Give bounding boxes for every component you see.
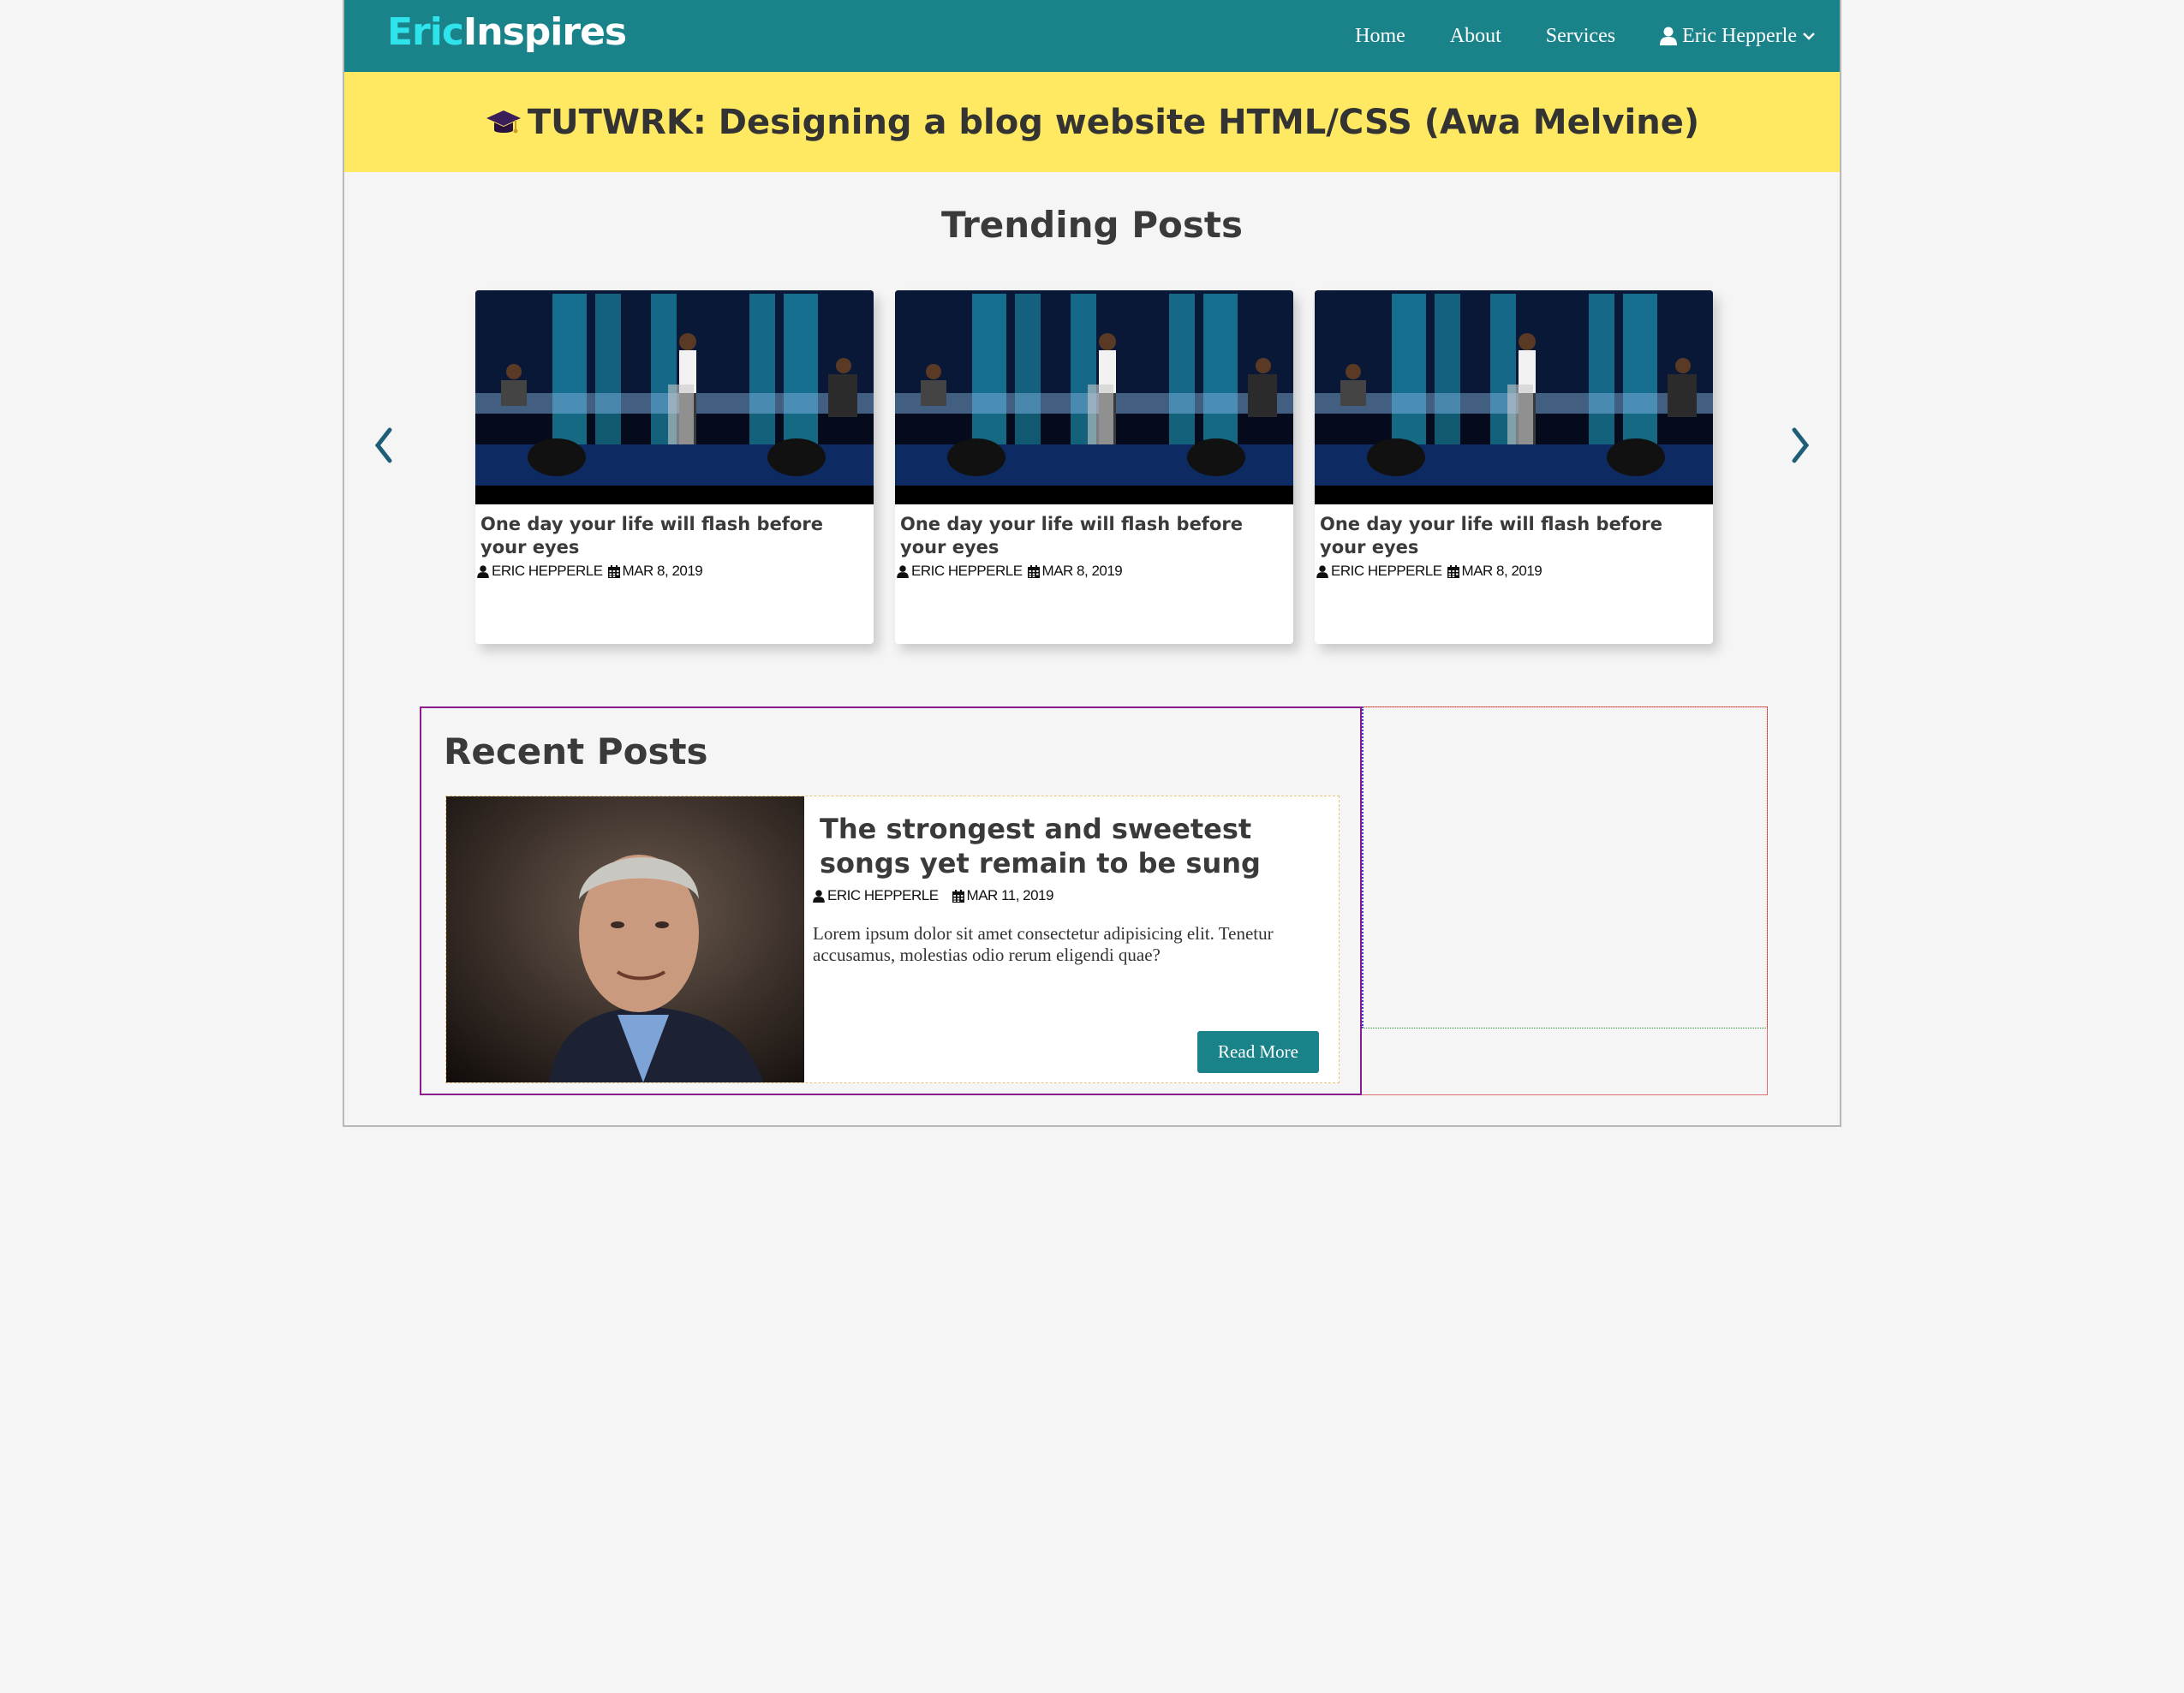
trending-post-image[interactable] (1315, 290, 1713, 504)
trending-post-title[interactable]: One day your life will flash before your… (480, 513, 868, 559)
trending-post-card[interactable]: One day your life will flash before your… (475, 290, 874, 644)
recent-post-image[interactable] (446, 796, 804, 1082)
top-navbar: EricInspires Home About Services Eric He… (344, 0, 1840, 72)
nav-link-home[interactable]: Home (1355, 25, 1405, 48)
chevron-down-icon (1803, 33, 1815, 40)
graduation-cap-icon (486, 110, 521, 133)
brand-logo-part2: Inspires (462, 10, 627, 54)
banner-heading: TUTWRK: Designing a blog website HTML/CS… (485, 103, 1699, 142)
recent-posts-section: Recent Posts The strongest and sweetest … (420, 706, 1362, 1095)
post-author: ERIC HEPPERLE (1331, 563, 1442, 579)
user-icon (813, 890, 825, 903)
recent-post-title[interactable]: The strongest and sweetest songs yet rem… (820, 812, 1334, 880)
calendar-icon (1028, 565, 1040, 578)
recent-post-meta: ERIC HEPPERLE MAR 11, 2019 (813, 887, 1053, 904)
trending-post-title[interactable]: One day your life will flash before your… (1320, 513, 1708, 559)
recent-post-card: The strongest and sweetest songs yet rem… (445, 796, 1340, 1083)
trending-post-title[interactable]: One day your life will flash before your… (900, 513, 1288, 559)
recent-posts-title: Recent Posts (444, 730, 708, 772)
calendar-icon (1447, 565, 1459, 578)
page-container: EricInspires Home About Services Eric He… (343, 0, 1841, 1127)
post-author: ERIC HEPPERLE (827, 887, 939, 903)
calendar-icon (608, 565, 620, 578)
user-icon (1660, 27, 1677, 45)
brand-logo[interactable]: EricInspires (387, 10, 627, 54)
trending-post-meta: ERIC HEPPERLE MAR 8, 2019 (477, 563, 874, 580)
trending-posts-title: Trending Posts (941, 204, 1243, 246)
banner-title-text: TUTWRK: Designing a blog website HTML/CS… (527, 102, 1700, 142)
trending-post-meta: ERIC HEPPERLE MAR 8, 2019 (1316, 563, 1713, 580)
recent-post-excerpt: Lorem ipsum dolor sit amet consectetur a… (813, 923, 1274, 965)
user-name: Eric Hepperle (1682, 24, 1797, 47)
user-icon (897, 565, 909, 578)
post-date: MAR 11, 2019 (966, 887, 1054, 903)
nav-link-services[interactable]: Services (1546, 25, 1615, 48)
trending-post-image[interactable] (475, 290, 874, 504)
read-more-button[interactable]: Read More (1197, 1031, 1319, 1073)
chevron-right-icon[interactable] (1787, 425, 1813, 466)
brand-logo-part1: Eric (387, 10, 464, 54)
post-date: MAR 8, 2019 (1461, 563, 1543, 579)
user-icon (1316, 565, 1328, 578)
calendar-icon (952, 890, 964, 903)
nav-links: Home About Services Eric Hepperle (1310, 0, 1816, 72)
trending-post-meta: ERIC HEPPERLE MAR 8, 2019 (897, 563, 1293, 580)
page-banner: TUTWRK: Designing a blog website HTML/CS… (344, 72, 1840, 172)
trending-post-image[interactable] (895, 290, 1293, 504)
user-menu-dropdown[interactable]: Eric Hepperle (1660, 25, 1816, 48)
post-date: MAR 8, 2019 (622, 563, 703, 579)
trending-post-card[interactable]: One day your life will flash before your… (895, 290, 1293, 644)
trending-post-card[interactable]: One day your life will flash before your… (1315, 290, 1713, 644)
sidebar-inner-box (1362, 706, 1768, 1028)
chevron-left-icon[interactable] (371, 425, 397, 466)
post-author: ERIC HEPPERLE (492, 563, 603, 579)
user-icon (477, 565, 489, 578)
nav-link-about[interactable]: About (1450, 25, 1501, 48)
post-date: MAR 8, 2019 (1041, 563, 1123, 579)
post-author: ERIC HEPPERLE (911, 563, 1023, 579)
